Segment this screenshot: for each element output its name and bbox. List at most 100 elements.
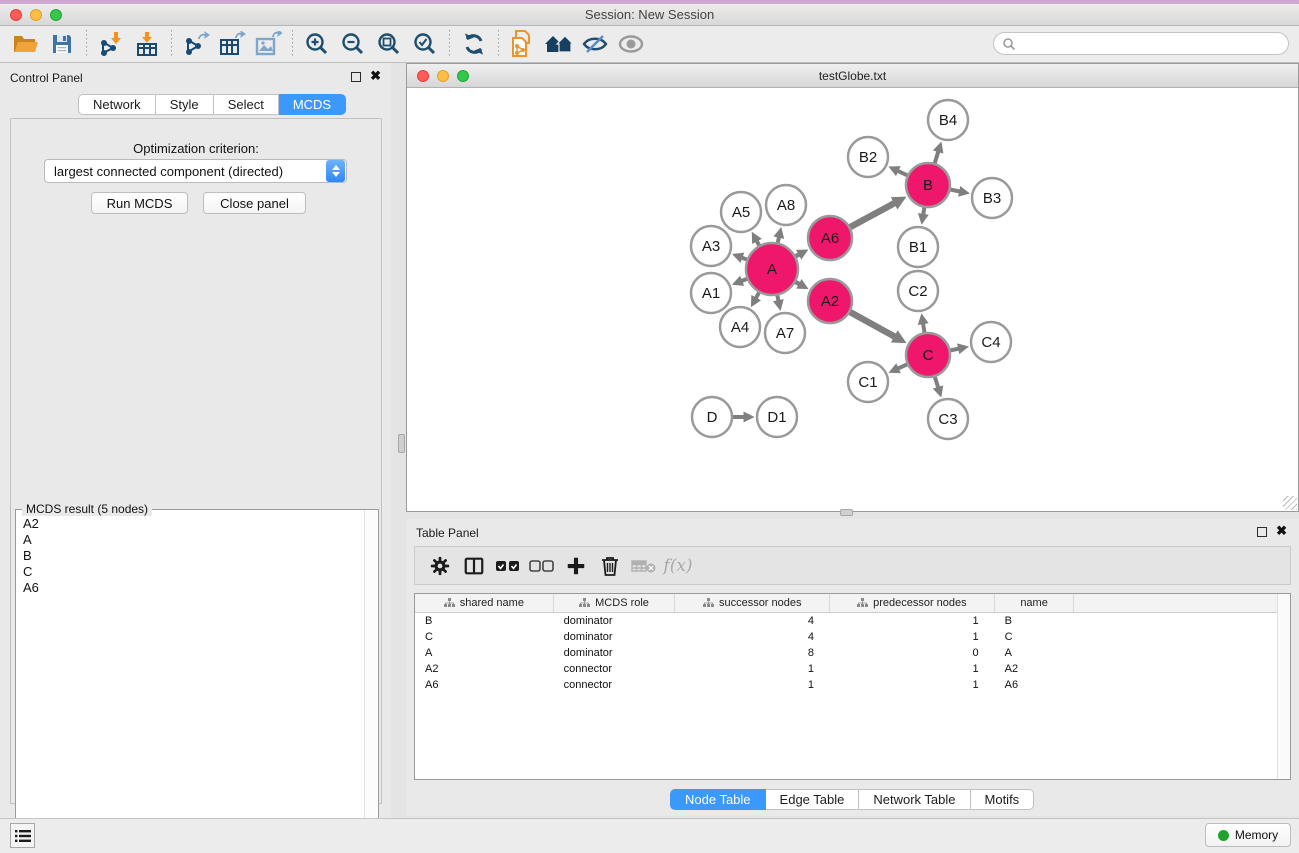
tab-node-table[interactable]: Node Table [670, 789, 766, 810]
show-all-eye-icon[interactable] [613, 28, 649, 60]
result-item[interactable]: B [23, 548, 363, 564]
zoom-out-icon[interactable] [335, 28, 371, 60]
table-cell[interactable]: dominator [554, 645, 676, 661]
tab-edge-table[interactable]: Edge Table [766, 789, 860, 810]
tab-network-table[interactable]: Network Table [859, 789, 970, 810]
vertical-splitter-handle[interactable] [398, 434, 405, 453]
tab-network[interactable]: Network [78, 94, 156, 115]
node-B2[interactable]: B2 [848, 137, 888, 177]
column-header[interactable]: shared name [415, 594, 554, 612]
table-cell[interactable]: A [995, 645, 1075, 661]
column-header[interactable]: MCDS role [554, 594, 676, 612]
table-cell[interactable]: 1 [675, 661, 830, 677]
export-network-icon[interactable] [178, 28, 214, 60]
table-cell[interactable] [1075, 629, 1290, 645]
deselect-all-icon[interactable] [527, 551, 557, 581]
table-cell[interactable]: 1 [830, 677, 995, 693]
result-item[interactable]: A [23, 532, 363, 548]
result-item[interactable]: A6 [23, 580, 363, 596]
zoom-fit-icon[interactable] [371, 28, 407, 60]
function-builder-icon[interactable]: f(x) [663, 551, 693, 581]
result-scrollbar[interactable] [364, 510, 378, 845]
table-settings-gear-icon[interactable] [425, 551, 455, 581]
node-A5[interactable]: A5 [721, 192, 761, 232]
refresh-icon[interactable] [456, 28, 492, 60]
table-row[interactable]: A2connector11A2 [415, 661, 1290, 677]
delete-column-trash-icon[interactable] [595, 551, 625, 581]
memory-button[interactable]: Memory [1205, 823, 1291, 847]
node-C3[interactable]: C3 [928, 399, 968, 439]
table-cell[interactable]: dominator [554, 613, 676, 629]
table-row[interactable]: Adominator80A [415, 645, 1290, 661]
node-A6[interactable]: A6 [808, 216, 852, 260]
close-panel-button[interactable]: Close panel [203, 192, 306, 214]
node-A7[interactable]: A7 [765, 313, 805, 353]
tab-mcds[interactable]: MCDS [279, 94, 346, 115]
column-header[interactable]: predecessor nodes [830, 594, 995, 612]
table-cell[interactable]: 1 [830, 629, 995, 645]
node-C1[interactable]: C1 [848, 362, 888, 402]
table-cell[interactable]: A [415, 645, 554, 661]
table-cell[interactable] [1075, 677, 1290, 693]
network-graph[interactable]: B4B2BB3A5A8A6A3B1AA1C2A2A4A7CC4C1C3DD1 [407, 88, 1298, 511]
table-cell[interactable]: 0 [830, 645, 995, 661]
result-item[interactable]: A2 [23, 516, 363, 532]
search-box[interactable] [993, 32, 1289, 55]
table-cell[interactable]: 4 [675, 629, 830, 645]
node-A4[interactable]: A4 [720, 307, 760, 347]
select-all-icon[interactable] [493, 551, 523, 581]
zoom-in-icon[interactable] [299, 28, 335, 60]
table-cell[interactable]: connector [554, 677, 676, 693]
close-table-panel-icon[interactable]: ✖ [1276, 526, 1287, 536]
import-network-icon[interactable] [93, 28, 129, 60]
import-table-icon[interactable] [129, 28, 165, 60]
table-row[interactable]: Cdominator41C [415, 629, 1290, 645]
node-D[interactable]: D [692, 397, 732, 437]
zoom-selected-icon[interactable] [407, 28, 443, 60]
table-cell[interactable]: 1 [830, 661, 995, 677]
float-table-panel-icon[interactable] [1257, 527, 1267, 537]
table-cell[interactable]: B [415, 613, 554, 629]
save-session-icon[interactable] [44, 28, 80, 60]
table-cell[interactable] [1075, 613, 1290, 629]
column-header[interactable] [1074, 594, 1290, 612]
node-A1[interactable]: A1 [691, 273, 731, 313]
table-row[interactable]: A6connector11A6 [415, 677, 1290, 693]
node-B3[interactable]: B3 [972, 178, 1012, 218]
table-cell[interactable]: C [415, 629, 554, 645]
delete-table-icon[interactable] [629, 551, 659, 581]
search-input[interactable] [1016, 37, 1288, 51]
column-header[interactable]: successor nodes [675, 594, 830, 612]
new-network-from-selection-icon[interactable] [505, 28, 541, 60]
node-A2[interactable]: A2 [808, 279, 852, 323]
node-D1[interactable]: D1 [757, 397, 797, 437]
table-cell[interactable]: dominator [554, 629, 676, 645]
export-table-icon[interactable] [214, 28, 250, 60]
float-panel-icon[interactable] [351, 72, 361, 82]
table-scrollbar[interactable] [1277, 594, 1290, 779]
table-panel-mode-icon[interactable] [459, 551, 489, 581]
add-column-icon[interactable] [561, 551, 591, 581]
table-cell[interactable]: 1 [830, 613, 995, 629]
table-cell[interactable]: 8 [675, 645, 830, 661]
tab-motifs[interactable]: Motifs [971, 789, 1035, 810]
node-B4[interactable]: B4 [928, 100, 968, 140]
run-mcds-button[interactable]: Run MCDS [91, 192, 188, 214]
table-cell[interactable]: 4 [675, 613, 830, 629]
tab-select[interactable]: Select [214, 94, 279, 115]
table-cell[interactable]: 1 [675, 677, 830, 693]
network-canvas[interactable]: B4B2BB3A5A8A6A3B1AA1C2A2A4A7CC4C1C3DD1 [407, 88, 1298, 511]
table-cell[interactable]: A6 [415, 677, 554, 693]
table-cell[interactable] [1075, 645, 1290, 661]
open-file-icon[interactable] [8, 28, 44, 60]
tab-style[interactable]: Style [156, 94, 214, 115]
node-B[interactable]: B [906, 163, 950, 207]
table-cell[interactable]: A2 [995, 661, 1075, 677]
table-cell[interactable]: C [995, 629, 1075, 645]
result-item[interactable]: C [23, 564, 363, 580]
table-row[interactable]: Bdominator41B [415, 613, 1290, 629]
close-panel-icon[interactable]: ✖ [370, 71, 381, 81]
optimization-criterion-select[interactable]: largest connected component (directed) [44, 159, 347, 183]
table-cell[interactable]: B [995, 613, 1075, 629]
column-header[interactable]: name [995, 594, 1075, 612]
